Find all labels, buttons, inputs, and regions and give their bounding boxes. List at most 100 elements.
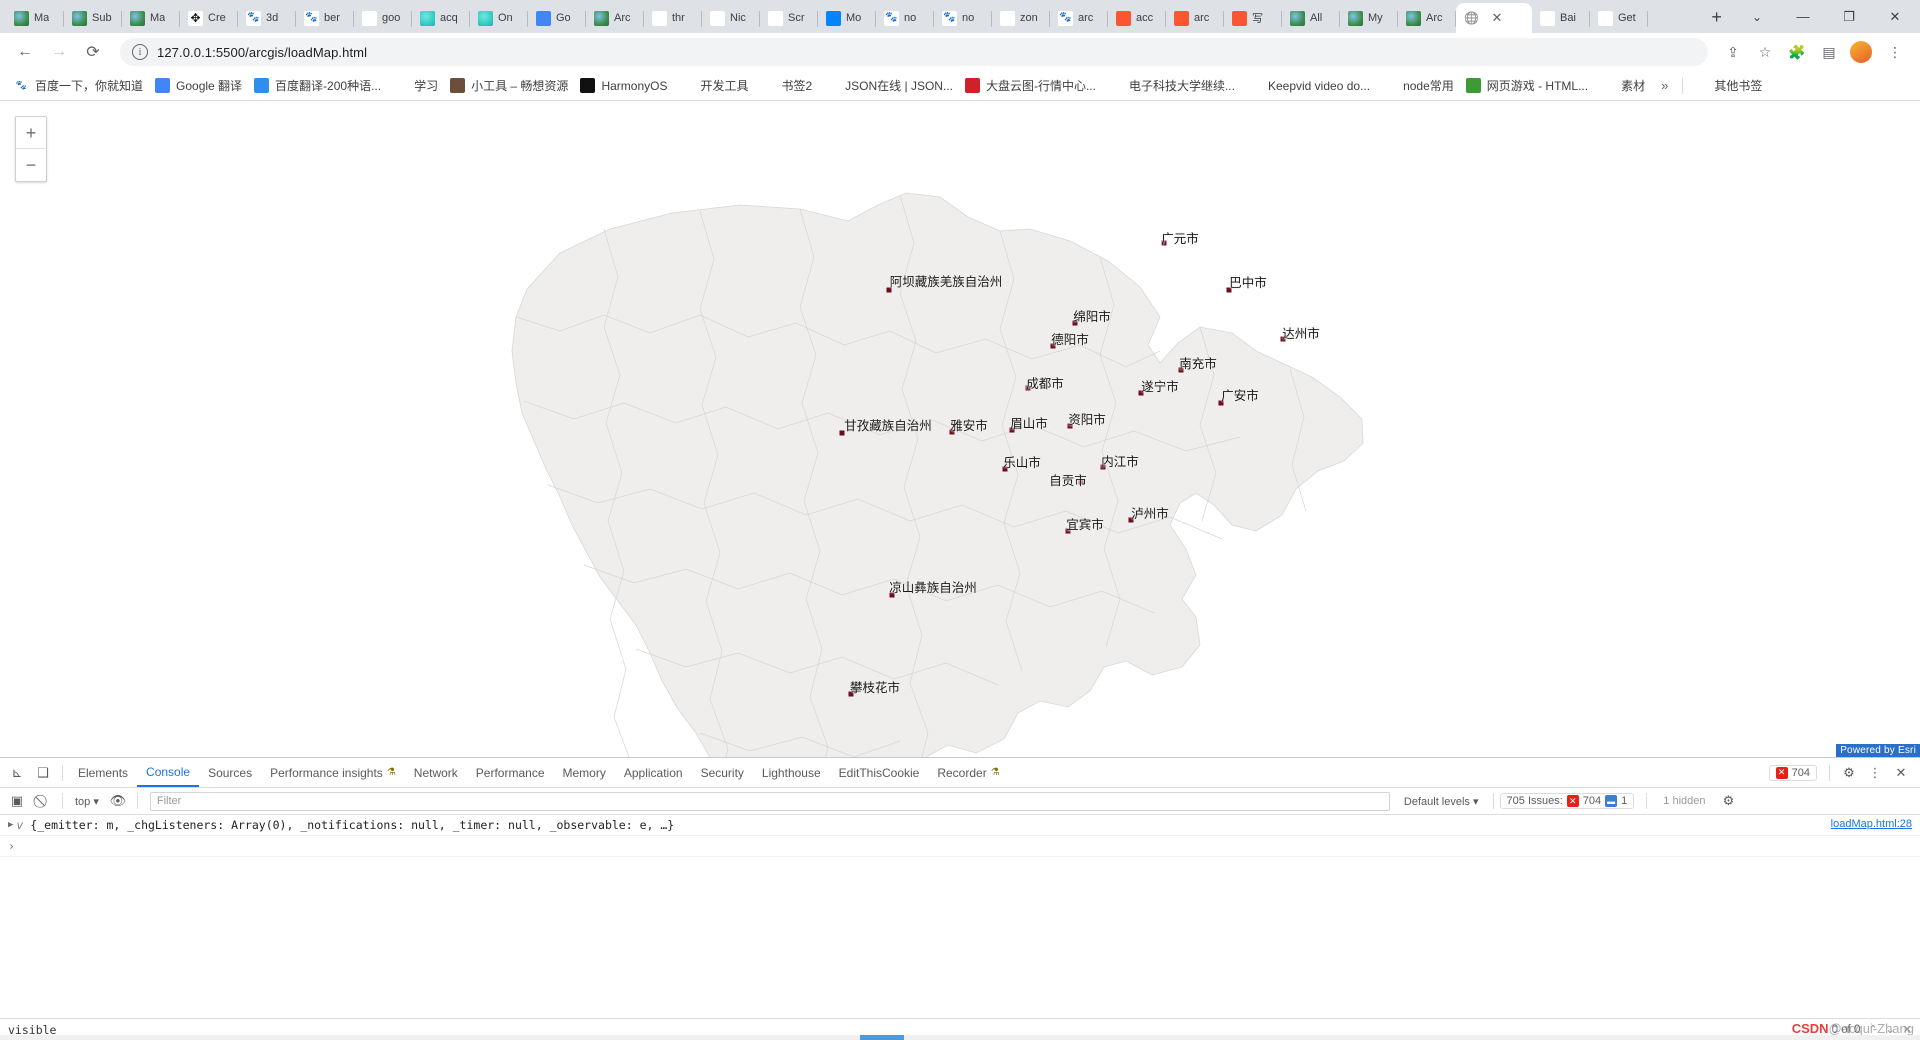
city-marker-dot[interactable] — [1100, 464, 1106, 470]
address-bar[interactable]: i 127.0.0.1:5500/arcgis/loadMap.html — [120, 38, 1708, 66]
browser-tab[interactable]: Get — [1590, 3, 1648, 33]
side-panel-icon[interactable]: ▤ — [1814, 37, 1844, 67]
console-prompt[interactable]: › — [0, 836, 1920, 857]
console-source-link[interactable]: loadMap.html:28 — [1831, 818, 1912, 830]
browser-tab[interactable]: Sub — [64, 3, 122, 33]
console-log-row[interactable]: ▶ v {_emitter: m, _chgListeners: Array(0… — [0, 815, 1920, 836]
devtools-tab[interactable]: Lighthouse — [753, 758, 830, 787]
city-marker-dot[interactable] — [1009, 427, 1015, 433]
city-marker-dot[interactable] — [1178, 367, 1184, 373]
devtools-tab[interactable]: Network — [405, 758, 467, 787]
devtools-tab[interactable]: Performance — [467, 758, 554, 787]
browser-tab[interactable]: goo — [354, 3, 412, 33]
city-marker-dot[interactable] — [1138, 390, 1144, 396]
bookmark-item[interactable]: 小工具 – 畅想资源 — [444, 74, 574, 97]
extensions-icon[interactable]: 🧩 — [1782, 37, 1812, 67]
devtools-tab[interactable]: Performance insights ⚗ — [261, 758, 405, 787]
browser-tab[interactable]: 3d — [238, 3, 296, 33]
tab-close-icon[interactable]: ✕ — [1490, 10, 1504, 26]
city-marker-dot[interactable] — [886, 287, 892, 293]
devtools-close-icon[interactable]: ✕ — [1888, 760, 1914, 786]
bookmark-item[interactable]: JSON在线 | JSON... — [818, 74, 959, 97]
bookmark-item[interactable]: HarmonyOS — [574, 75, 673, 96]
maximize-button[interactable]: ❐ — [1826, 0, 1872, 33]
browser-tab[interactable]: arc — [1166, 3, 1224, 33]
browser-tab[interactable]: zon — [992, 3, 1050, 33]
console-level-selector[interactable]: Default levels ▾ — [1396, 795, 1487, 808]
minimize-button[interactable]: — — [1780, 0, 1826, 33]
browser-tab[interactable]: Nic — [702, 3, 760, 33]
bookmark-item[interactable]: 学习 — [387, 74, 444, 97]
browser-tab[interactable]: Arc — [586, 3, 644, 33]
devtools-tab[interactable]: Security — [692, 758, 753, 787]
city-marker-dot[interactable] — [1065, 528, 1071, 534]
city-marker-dot[interactable] — [1002, 466, 1008, 472]
zoom-out-button[interactable]: − — [16, 149, 46, 181]
browser-tab[interactable]: Mo — [818, 3, 876, 33]
bookmark-star-icon[interactable]: ☆ — [1750, 37, 1780, 67]
city-marker-dot[interactable] — [1050, 343, 1056, 349]
city-marker-dot[interactable] — [1072, 320, 1078, 326]
city-marker-dot[interactable] — [1025, 385, 1031, 391]
bookmark-item[interactable]: 素材 — [1594, 74, 1651, 97]
devtools-tab[interactable]: Recorder ⚗ — [928, 758, 1008, 787]
error-count-badge[interactable]: ✕ 704 — [1768, 764, 1817, 781]
city-marker-dot[interactable] — [1067, 423, 1073, 429]
devtools-tab[interactable]: Elements — [69, 758, 137, 787]
devtools-tab[interactable]: Console — [137, 758, 200, 787]
zoom-in-button[interactable]: + — [16, 117, 46, 149]
city-marker-dot[interactable] — [848, 691, 854, 697]
bookmark-item[interactable]: 开发工具 — [673, 74, 754, 97]
browser-tab[interactable]: On — [470, 3, 528, 33]
bookmark-item[interactable]: 大盘云图-行情中心... — [959, 74, 1102, 97]
live-expression-eye-icon[interactable]: 👁 — [105, 788, 131, 814]
device-toolbar-icon[interactable]: ❑ — [30, 760, 56, 786]
arcgis-map-view[interactable]: 广元市 巴中市 阿坝藏族羌族自治州 绵阳市 达州市 德阳市 南充市 成都市 遂宁市 广安市 资阳市眉… — [0, 101, 1920, 757]
browser-tab[interactable]: All — [1282, 3, 1340, 33]
reload-button[interactable]: ⟳ — [78, 37, 108, 67]
issues-badge[interactable]: 705 Issues: ✕ 704 ▬ 1 — [1499, 793, 1635, 809]
bookmark-item[interactable]: 百度翻译-200种语... — [248, 74, 387, 97]
window-close-button[interactable]: ✕ — [1872, 0, 1918, 33]
console-filter-input[interactable]: Filter — [149, 791, 1390, 811]
bookmark-item[interactable]: 电子科技大学继续... — [1102, 74, 1241, 97]
city-marker-dot[interactable] — [1078, 479, 1084, 485]
browser-tab-active[interactable]: ✕ — [1456, 3, 1532, 33]
browser-tab[interactable]: Arc — [1398, 3, 1456, 33]
new-tab-button[interactable]: + — [1699, 8, 1734, 26]
browser-tab[interactable]: no — [934, 3, 992, 33]
browser-tab[interactable]: 写 — [1224, 3, 1282, 33]
devtools-more-icon[interactable]: ⋮ — [1862, 760, 1888, 786]
browser-tab[interactable]: Go — [528, 3, 586, 33]
bookmark-item[interactable]: 网页游戏 - HTML... — [1460, 74, 1594, 97]
city-marker-dot[interactable] — [1218, 400, 1224, 406]
browser-tab[interactable]: Scr — [760, 3, 818, 33]
browser-tab[interactable]: thr — [644, 3, 702, 33]
city-marker-dot[interactable] — [839, 430, 845, 436]
devtools-settings-icon[interactable]: ⚙ — [1836, 760, 1862, 786]
bookmark-other-bookmarks[interactable]: 其他书签 — [1687, 74, 1768, 97]
inspect-element-icon[interactable]: ⊾ — [4, 760, 30, 786]
browser-tab[interactable]: acq — [412, 3, 470, 33]
bookmark-item[interactable]: Keepvid video do... — [1241, 75, 1376, 96]
browser-tab[interactable]: Bai — [1532, 3, 1590, 33]
city-marker-dot[interactable] — [1226, 287, 1232, 293]
clear-console-icon[interactable]: ⃠ — [30, 788, 56, 814]
browser-tab[interactable]: My — [1340, 3, 1398, 33]
devtools-tab[interactable]: EditThisCookie — [830, 758, 929, 787]
city-marker-dot[interactable] — [1128, 517, 1134, 523]
bookmark-item[interactable]: 书签2 — [754, 74, 818, 97]
bookmark-item[interactable]: node常用 — [1376, 74, 1460, 97]
tab-search-chevron-icon[interactable]: ⌄ — [1734, 10, 1780, 24]
devtools-tab[interactable]: Memory — [554, 758, 615, 787]
console-output[interactable]: ▶ v {_emitter: m, _chgListeners: Array(0… — [0, 815, 1920, 1018]
console-sidebar-toggle-icon[interactable]: ▣ — [4, 788, 30, 814]
city-marker-dot[interactable] — [889, 592, 895, 598]
browser-tab[interactable]: ber — [296, 3, 354, 33]
city-marker-dot[interactable] — [1161, 240, 1167, 246]
expand-arrow-icon[interactable]: ▶ — [8, 820, 13, 830]
city-marker-dot[interactable] — [949, 429, 955, 435]
city-marker-dot[interactable] — [1280, 336, 1286, 342]
profile-avatar[interactable] — [1850, 41, 1872, 63]
browser-tab[interactable]: Ma — [122, 3, 180, 33]
